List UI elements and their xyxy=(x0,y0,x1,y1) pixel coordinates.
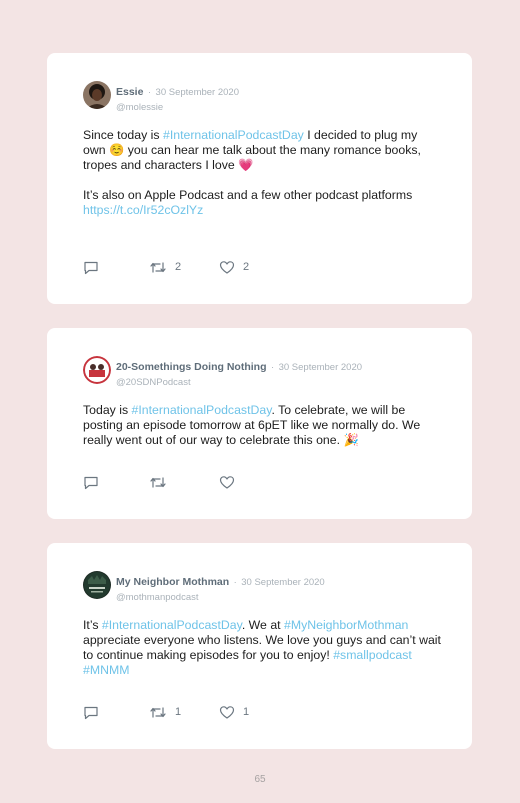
tweet-text: It’s #InternationalPodcastDay. We at #My… xyxy=(83,618,442,678)
reply-icon xyxy=(84,476,98,489)
heart-icon xyxy=(219,260,235,274)
text-run: Since today is xyxy=(83,128,163,142)
tweet-actions: 1 1 xyxy=(83,704,452,720)
page-number: 65 xyxy=(254,774,266,785)
separator-dot: · xyxy=(233,577,237,588)
tweet-date[interactable]: 30 September 2020 xyxy=(156,87,239,98)
tweet-meta: Essie · 30 September 2020 @molessie xyxy=(116,82,239,113)
display-name[interactable]: 20-Somethings Doing Nothing xyxy=(116,361,267,373)
tweet-card: My Neighbor Mothman · 30 September 2020 … xyxy=(47,543,472,749)
retweet-icon xyxy=(150,706,166,718)
avatar[interactable] xyxy=(83,356,111,384)
like-button[interactable]: 1 xyxy=(219,704,249,720)
like-count: 2 xyxy=(243,261,250,273)
reply-button[interactable] xyxy=(83,259,99,275)
tweet-paragraph: Today is #InternationalPodcastDay. To ce… xyxy=(83,403,442,448)
tweet-actions xyxy=(83,474,452,490)
tweet-actions: 2 2 xyxy=(83,259,452,275)
retweet-icon xyxy=(150,476,166,488)
tweet-header: My Neighbor Mothman · 30 September 2020 … xyxy=(83,571,452,603)
tweet-meta: My Neighbor Mothman · 30 September 2020 … xyxy=(116,572,325,603)
retweet-button[interactable] xyxy=(149,474,175,490)
heart-icon xyxy=(219,705,235,719)
retweet-count: 1 xyxy=(175,706,182,718)
tweet-header: 20-Somethings Doing Nothing · 30 Septemb… xyxy=(83,356,452,388)
tweet-card: 20-Somethings Doing Nothing · 30 Septemb… xyxy=(47,328,472,519)
tweet-paragraph: Since today is #InternationalPodcastDay … xyxy=(83,128,442,173)
tweet-paragraph: It’s #InternationalPodcastDay. We at #My… xyxy=(83,618,442,678)
like-count: 1 xyxy=(243,706,250,718)
user-handle[interactable]: @molessie xyxy=(116,102,239,113)
smiling-emoji: ☺️ xyxy=(108,143,125,157)
display-name[interactable]: Essie xyxy=(116,86,143,98)
tweet-paragraph: It’s also on Apple Podcast and a few oth… xyxy=(83,188,413,202)
reply-button[interactable] xyxy=(83,474,99,490)
heart-icon xyxy=(219,475,235,489)
party-popper-emoji: 🎉 xyxy=(343,433,359,447)
reply-icon xyxy=(84,261,98,274)
avatar[interactable] xyxy=(83,81,111,109)
user-handle[interactable]: @20SDNPodcast xyxy=(116,377,362,388)
tweet-text: Since today is #InternationalPodcastDay … xyxy=(83,128,442,218)
like-button[interactable] xyxy=(219,474,243,490)
retweet-icon xyxy=(150,261,166,273)
tweet-date[interactable]: 30 September 2020 xyxy=(241,577,324,588)
retweet-count: 2 xyxy=(175,261,182,273)
hashtag-link[interactable]: #InternationalPodcastDay xyxy=(163,128,304,142)
tweet-card: Essie · 30 September 2020 @molessie Sinc… xyxy=(47,53,472,304)
text-run: . We at xyxy=(241,618,284,632)
hashtag-link[interactable]: #InternationalPodcastDay xyxy=(102,618,242,632)
tweet-date[interactable]: 30 September 2020 xyxy=(279,362,362,373)
hashtag-link[interactable]: #smallpodcast xyxy=(333,648,412,662)
user-handle[interactable]: @mothmanpodcast xyxy=(116,592,325,603)
reply-button[interactable] xyxy=(83,704,99,720)
tweet-meta: 20-Somethings Doing Nothing · 30 Septemb… xyxy=(116,357,362,388)
hashtag-link[interactable]: #InternationalPodcastDay xyxy=(132,403,272,417)
reply-icon xyxy=(84,706,98,719)
hashtag-link[interactable]: #MNMM xyxy=(83,663,129,677)
tweet-text: Today is #InternationalPodcastDay. To ce… xyxy=(83,403,442,448)
retweet-button[interactable]: 1 xyxy=(149,704,181,720)
hashtag-link[interactable]: #MyNeighborMothman xyxy=(284,618,408,632)
display-name[interactable]: My Neighbor Mothman xyxy=(116,576,229,588)
text-run: Today is xyxy=(83,403,132,417)
tweet-header: Essie · 30 September 2020 @molessie xyxy=(83,81,452,113)
separator-dot: · xyxy=(147,87,152,98)
text-run: It’s xyxy=(83,618,102,632)
retweet-button[interactable]: 2 xyxy=(149,259,181,275)
separator-dot: · xyxy=(270,362,275,373)
like-button[interactable]: 2 xyxy=(219,259,249,275)
avatar[interactable] xyxy=(83,571,111,599)
tweet-link[interactable]: https://t.co/Ir52cOzlYz xyxy=(83,203,442,218)
heart-emoji: 💗 xyxy=(238,158,254,172)
